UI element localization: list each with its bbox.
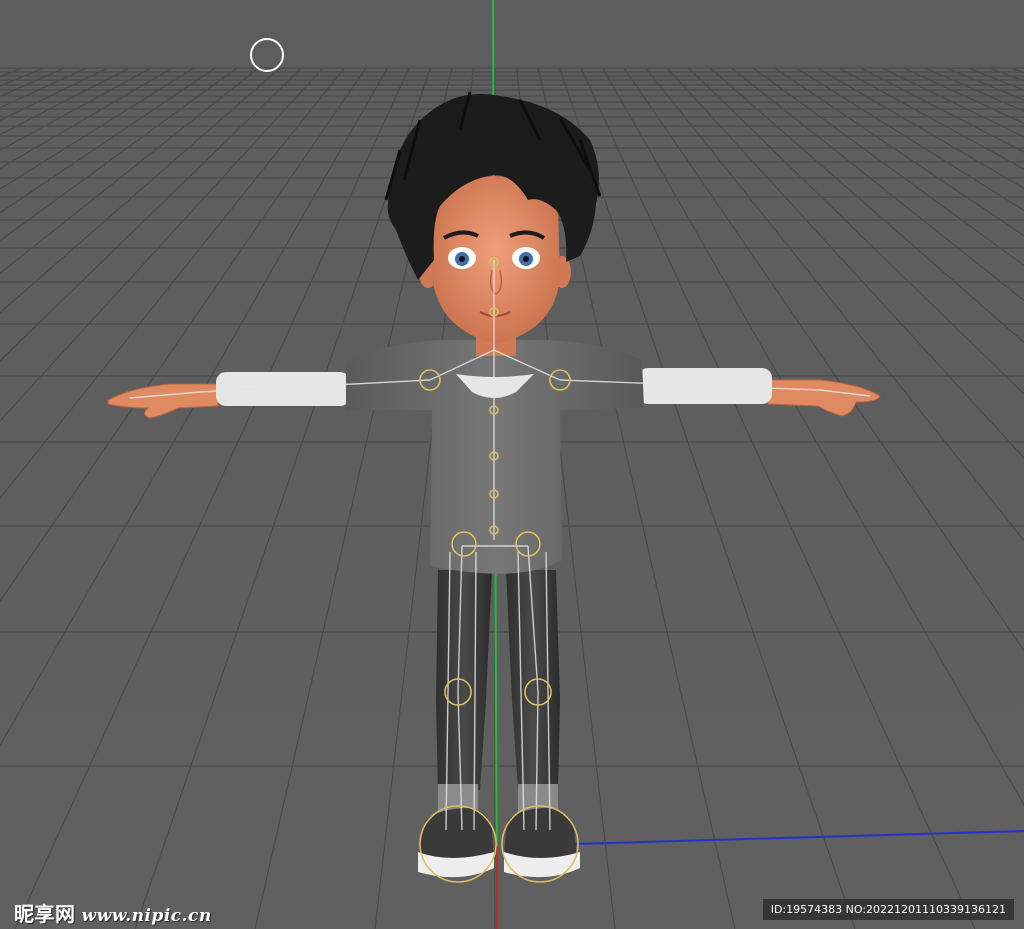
watermark-site: www.nipic.cn <box>81 906 212 926</box>
right-hand <box>767 379 881 417</box>
shirt <box>346 340 644 574</box>
3d-viewport[interactable]: 昵享网 www.nipic.cn ID:19574383 NO:202212011… <box>0 0 1024 929</box>
watermark-id: ID:19574383 NO:20221201110339136121 <box>762 899 1014 920</box>
watermark-brand-name: 昵享网 <box>14 902 76 926</box>
left-sleeve-undershirt <box>216 372 350 406</box>
viewport-scene[interactable] <box>0 0 1024 929</box>
z-axis-line <box>504 830 1024 847</box>
camera-target-circle[interactable] <box>250 38 284 72</box>
watermark-brand: 昵享网 www.nipic.cn <box>14 898 212 927</box>
left-hand <box>107 383 219 419</box>
